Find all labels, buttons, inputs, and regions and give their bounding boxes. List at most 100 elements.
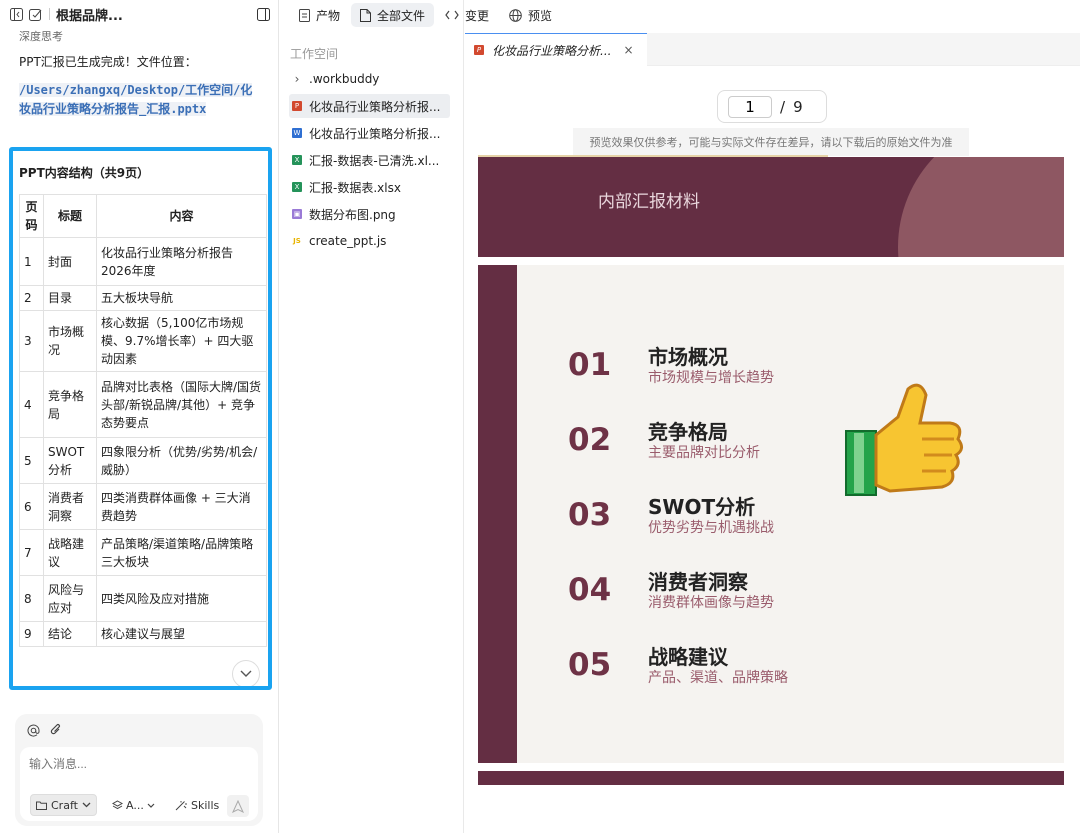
deep-thinking-label[interactable]: 深度思考 bbox=[19, 28, 63, 44]
file-path-text[interactable]: /Users/zhangxq/Desktop/工作空间/化妆品行业策略分析报告_… bbox=[19, 83, 253, 116]
pptx-file-icon: P bbox=[292, 101, 302, 111]
file-item[interactable]: X 汇报-数据表-已清洗.xl... bbox=[289, 148, 450, 172]
skills-label: Skills bbox=[191, 798, 220, 812]
page-navigator: / 9 bbox=[717, 90, 827, 123]
xlsx-file-icon: X bbox=[292, 182, 302, 192]
chat-panel: 根据品牌... 深度思考 PPT汇报已生成完成！文件位置： /Users/zha… bbox=[0, 0, 279, 833]
file-name: 数据分布图.png bbox=[309, 207, 396, 222]
thumbs-up-icon bbox=[838, 373, 968, 506]
xlsx-file-icon: X bbox=[292, 155, 302, 165]
skills-button[interactable]: Skills bbox=[170, 794, 224, 816]
docx-file-icon: W bbox=[292, 128, 302, 138]
file-item[interactable]: W 化妆品行业策略分析报... bbox=[289, 121, 450, 145]
file-name: 汇报-数据表-已清洗.xl... bbox=[309, 153, 440, 168]
attach-icon[interactable] bbox=[50, 723, 62, 737]
file-name: .workbuddy bbox=[309, 72, 380, 86]
wand-icon bbox=[175, 800, 188, 811]
agenda-subtitle: 主要品牌对比分析 bbox=[648, 445, 760, 461]
table-cell-content: 五大板块导航 bbox=[96, 285, 267, 311]
model-label: A... bbox=[126, 798, 144, 812]
table-cell-page: 5 bbox=[19, 437, 44, 484]
table-cell-page: 7 bbox=[19, 529, 44, 576]
table-cell-title: 消费者洞察 bbox=[43, 483, 97, 530]
header-content: 内容 bbox=[96, 194, 267, 238]
agenda-number: 01 bbox=[568, 347, 612, 383]
header-title: 标题 bbox=[43, 194, 97, 238]
table-cell-title: 风险与应对 bbox=[43, 575, 97, 622]
mention-icon[interactable] bbox=[27, 724, 40, 737]
table-row: 3 市场概况 核心数据（5,100亿市场规模、9.7%增长率）+ 四大驱动因素 bbox=[19, 310, 267, 372]
table-row: 2 目录 五大板块导航 bbox=[19, 285, 267, 311]
table-row: 9 结论 核心建议与展望 bbox=[19, 621, 267, 647]
table-cell-content: 品牌对比表格（国际大牌/国货头部/新锐品牌/其他）+ 竞争态势要点 bbox=[96, 371, 267, 438]
folder-icon bbox=[36, 801, 47, 810]
table-row: 4 竞争格局 品牌对比表格（国际大牌/国货头部/新锐品牌/其他）+ 竞争态势要点 bbox=[19, 371, 267, 438]
table-cell-page: 3 bbox=[19, 310, 44, 372]
slide-footer-bar bbox=[478, 771, 1064, 785]
structure-table: 页码 标题 内容 1 封面 化妆品行业策略分析报告2026年度 2 目录 五大板块导航 3 市… bbox=[19, 194, 267, 647]
scroll-down-button[interactable] bbox=[232, 660, 260, 686]
close-icon[interactable]: × bbox=[623, 43, 633, 57]
table-cell-page: 8 bbox=[19, 575, 44, 622]
message-input[interactable] bbox=[29, 757, 229, 771]
mode-label: Craft bbox=[51, 798, 78, 812]
page-separator: / bbox=[780, 97, 786, 116]
completion-message: PPT汇报已生成完成！文件位置： bbox=[19, 55, 197, 69]
send-button[interactable] bbox=[227, 795, 249, 817]
agenda-title: 竞争格局 bbox=[648, 420, 728, 444]
file-path-link[interactable]: /Users/zhangxq/Desktop/工作空间/化妆品行业策略分析报告_… bbox=[19, 81, 264, 119]
agenda-number: 05 bbox=[568, 647, 612, 683]
table-cell-title: 竞争格局 bbox=[43, 371, 97, 438]
structure-highlight-frame: PPT内容结构（共9页） 页码 标题 内容 1 封面 化妆品行业策略分析报告2026… bbox=[9, 147, 272, 690]
page-number-input[interactable] bbox=[728, 95, 772, 118]
chevron-down-icon bbox=[240, 670, 252, 678]
chevron-down-icon bbox=[147, 803, 155, 808]
agenda-subtitle: 优势劣势与机遇挑战 bbox=[648, 520, 774, 536]
table-cell-page: 9 bbox=[19, 621, 44, 647]
header-page: 页码 bbox=[19, 194, 44, 238]
file-item[interactable]: › .workbuddy bbox=[289, 67, 450, 91]
agenda-number: 03 bbox=[568, 497, 612, 533]
send-icon bbox=[232, 799, 244, 813]
js-file-icon: JS bbox=[293, 237, 301, 245]
table-header-row: 页码 标题 内容 bbox=[19, 194, 267, 238]
agenda-subtitle: 消费群体画像与趋势 bbox=[648, 595, 774, 611]
table-cell-page: 1 bbox=[19, 237, 44, 286]
table-cell-title: SWOT分析 bbox=[43, 437, 97, 484]
table-body: 1 封面 化妆品行业策略分析报告2026年度 2 目录 五大板块导航 3 市场概况 核心数据（5… bbox=[19, 237, 267, 647]
table-cell-page: 4 bbox=[19, 371, 44, 438]
table-row: 5 SWOT分析 四象限分析（优势/劣势/机会/威胁） bbox=[19, 437, 267, 484]
file-item[interactable]: JS create_ppt.js bbox=[289, 229, 450, 253]
document-tab[interactable]: P 化妆品行业策略分析... × bbox=[465, 33, 647, 66]
table-cell-title: 目录 bbox=[43, 285, 97, 311]
model-selector[interactable]: A... bbox=[107, 794, 160, 816]
agenda-title: 战略建议 bbox=[648, 645, 728, 669]
new-chat-icon[interactable] bbox=[29, 8, 42, 21]
file-name: 汇报-数据表.xlsx bbox=[309, 180, 401, 195]
file-name: create_ppt.js bbox=[309, 234, 387, 248]
file-item[interactable]: ▣ 数据分布图.png bbox=[289, 202, 450, 226]
agenda-number: 02 bbox=[568, 422, 612, 458]
table-cell-title: 封面 bbox=[43, 237, 97, 286]
mode-selector[interactable]: Craft bbox=[30, 794, 97, 816]
table-row: 8 风险与应对 四类风险及应对措施 bbox=[19, 575, 267, 622]
divider bbox=[49, 8, 50, 20]
table-cell-content: 化妆品行业策略分析报告2026年度 bbox=[96, 237, 267, 286]
workspace-label: 工作空间 bbox=[290, 47, 339, 61]
table-cell-title: 结论 bbox=[43, 621, 97, 647]
file-item[interactable]: X 汇报-数据表.xlsx bbox=[289, 175, 450, 199]
agenda-subtitle: 产品、渠道、品牌策略 bbox=[648, 670, 788, 686]
table-cell-content: 核心建议与展望 bbox=[96, 621, 267, 647]
file-item[interactable]: P 化妆品行业策略分析报... bbox=[289, 94, 450, 118]
table-cell-page: 2 bbox=[19, 285, 44, 311]
panel-toggle-icon[interactable] bbox=[257, 7, 270, 21]
header-decoration bbox=[898, 157, 1064, 257]
file-name: 化妆品行业策略分析报... bbox=[309, 99, 441, 114]
page-total: 9 bbox=[793, 97, 803, 116]
chat-title: 根据品牌... bbox=[56, 8, 123, 24]
preview-panel: P 化妆品行业策略分析... × / 9 预览效果仅供参考，可能与实际文件存在差… bbox=[465, 0, 1080, 833]
preview-notice: 预览效果仅供参考，可能与实际文件存在差异，请以下载后的原始文件为准 bbox=[573, 128, 969, 156]
slide-side-bar bbox=[478, 265, 517, 763]
collapse-sidebar-icon[interactable] bbox=[10, 7, 23, 21]
chevron-down-icon bbox=[82, 802, 91, 808]
